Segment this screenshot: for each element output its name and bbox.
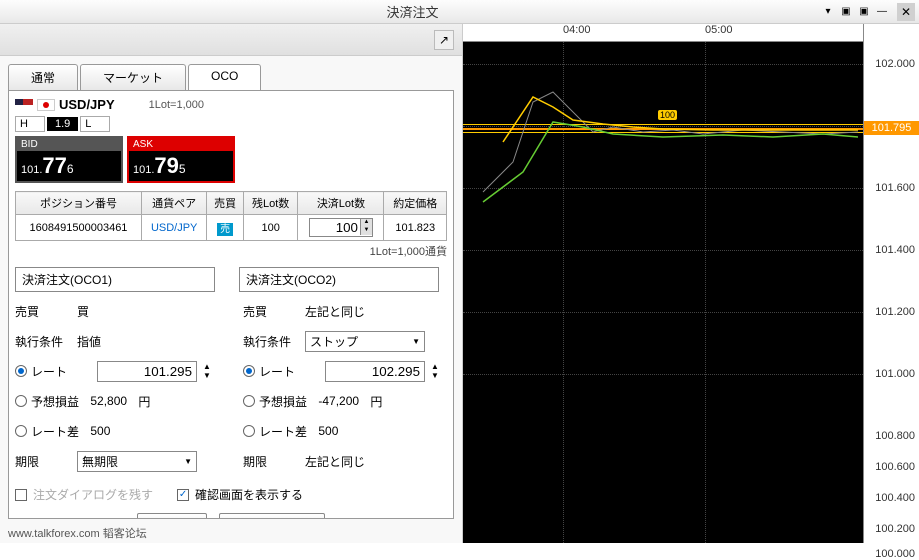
- tool-icon[interactable]: ▣: [839, 5, 853, 19]
- titlebar: 決済注文 ▾ ▣ ▣ — ✕: [0, 0, 919, 24]
- keep-dialog-label: 注文ダイアログを残す: [33, 486, 153, 503]
- oco1-rate-radio[interactable]: [15, 365, 27, 377]
- oco2-side: 左記と同じ: [305, 303, 365, 320]
- cancel-button[interactable]: キャンセル: [219, 513, 325, 519]
- cell-remain: 100: [243, 215, 298, 241]
- table-row[interactable]: 1608491500003461 USD/JPY 売 100 ▲▼ 101.82…: [16, 215, 447, 241]
- current-price-label: 101.795: [864, 121, 919, 135]
- bid-box[interactable]: BID 101.776: [15, 136, 123, 183]
- flag-us-icon: [15, 99, 33, 111]
- pin-button[interactable]: ↗: [434, 30, 454, 50]
- flag-jp-icon: [37, 99, 55, 111]
- pair-name: USD/JPY: [59, 97, 115, 112]
- oco1-form: 売買買 執行条件指値 レート▲▼ 予想損益 52,800 円 レート差 500 …: [15, 300, 219, 480]
- cell-price: 101.823: [384, 215, 447, 241]
- oco2-form: 売買左記と同じ 執行条件ストップ▼ レート▲▼ 予想損益 -47,200 円 レ…: [243, 300, 447, 480]
- chevron-down-icon: ▼: [412, 337, 420, 346]
- minimize-icon[interactable]: —: [875, 5, 889, 19]
- th-side: 売買: [207, 192, 244, 215]
- oco1-deadline-select[interactable]: 無期限▼: [77, 451, 197, 472]
- bid-label: BID: [17, 138, 121, 151]
- order-button[interactable]: 注文: [137, 513, 207, 519]
- titlebar-tools: ▾ ▣ ▣ —: [821, 5, 889, 19]
- oco2-diff-radio[interactable]: [243, 425, 255, 437]
- position-table: ポジション番号 通貨ペア 売買 残Lot数 決済Lot数 約定価格 160849…: [15, 191, 447, 241]
- oco1-pl-radio[interactable]: [15, 395, 27, 407]
- price-axis: 102.000 101.795 101.600 101.400 101.200 …: [863, 24, 919, 543]
- time-axis: 04:00 05:00: [463, 24, 863, 42]
- tab-normal[interactable]: 通常: [8, 64, 78, 90]
- chevron-down-icon: ▼: [184, 457, 192, 466]
- th-pair: 通貨ペア: [141, 192, 206, 215]
- oco2-rate-input[interactable]: [325, 361, 425, 382]
- cell-side: 売: [207, 215, 244, 241]
- oco2-pl: -47,200: [318, 394, 359, 408]
- oco1-rate-input[interactable]: [97, 361, 197, 382]
- th-pos-id: ポジション番号: [16, 192, 142, 215]
- oco2-header: 決済注文(OCO2): [239, 267, 439, 292]
- oco1-side: 買: [77, 303, 89, 320]
- high-label: H: [15, 116, 45, 132]
- spin-up-icon[interactable]: ▲: [360, 219, 372, 227]
- ask-label: ASK: [129, 138, 233, 151]
- footer-text: www.talkforex.com 韬客论坛: [0, 523, 462, 543]
- dropdown-icon[interactable]: ▾: [821, 5, 835, 19]
- oco2-pl-radio[interactable]: [243, 395, 255, 407]
- order-panel: ↗ 通常 マーケット OCO USD/JPY 1Lot=1,000 H 1.9 …: [0, 24, 463, 543]
- pair-row: USD/JPY 1Lot=1,000: [15, 97, 447, 112]
- chart-indicator: 100: [658, 110, 677, 120]
- th-close: 決済Lot数: [298, 192, 384, 215]
- lot-footer: 1Lot=1,000通貨: [15, 243, 447, 259]
- cell-pair[interactable]: USD/JPY: [141, 215, 206, 241]
- oco1-header: 決済注文(OCO1): [15, 267, 215, 292]
- th-price: 約定価格: [384, 192, 447, 215]
- spin-icon[interactable]: ▲▼: [203, 362, 211, 380]
- window-title: 決済注文: [4, 2, 821, 21]
- spin-down-icon[interactable]: ▼: [360, 227, 372, 235]
- oco1-pl: 52,800: [90, 394, 127, 408]
- cell-pos-id: 1608491500003461: [16, 215, 142, 241]
- low-label: L: [80, 116, 110, 132]
- confirm-label: 確認画面を表示する: [195, 486, 303, 503]
- spin-icon[interactable]: ▲▼: [431, 362, 439, 380]
- spread-value: 1.9: [47, 117, 78, 131]
- oco1-diff-radio[interactable]: [15, 425, 27, 437]
- tool-icon-2[interactable]: ▣: [857, 5, 871, 19]
- chart-panel: 04:00 05:00 100 102.000 101.795 101.600 …: [463, 24, 919, 543]
- oco2-deadline: 左記と同じ: [305, 453, 365, 470]
- oco2-cond-select[interactable]: ストップ▼: [305, 331, 425, 352]
- cell-close-lot: ▲▼: [298, 215, 384, 241]
- oco2-rate-radio[interactable]: [243, 365, 255, 377]
- close-lot-spinner[interactable]: ▲▼: [309, 218, 373, 237]
- keep-dialog-checkbox[interactable]: [15, 489, 27, 501]
- tab-oco[interactable]: OCO: [188, 64, 261, 90]
- tab-market[interactable]: マーケット: [80, 64, 186, 90]
- oco1-cond: 指値: [77, 333, 101, 350]
- th-remain: 残Lot数: [243, 192, 298, 215]
- oco1-diff: 500: [90, 424, 110, 438]
- lot-info: 1Lot=1,000: [149, 99, 204, 111]
- ask-box[interactable]: ASK 101.795: [127, 136, 235, 183]
- high-low-row: H 1.9 L: [15, 116, 447, 132]
- close-button[interactable]: ✕: [897, 3, 915, 21]
- chart-area[interactable]: 04:00 05:00 100: [463, 24, 863, 543]
- confirm-checkbox[interactable]: ✓: [177, 489, 189, 501]
- oco2-diff: 500: [318, 424, 338, 438]
- price-boxes: BID 101.776 ASK 101.795: [15, 136, 447, 183]
- order-tabs: 通常 マーケット OCO: [8, 64, 454, 90]
